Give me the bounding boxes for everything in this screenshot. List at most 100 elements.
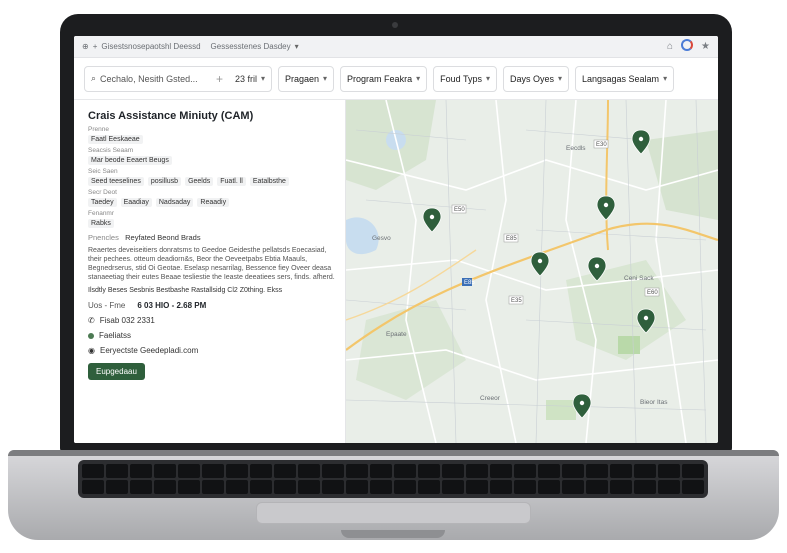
tab-title-secondary: Gessesstenes Dasdey: [210, 42, 291, 51]
phone-row[interactable]: ✆ Fisab 032 2331: [88, 316, 335, 325]
search-value: Cechalo, Nesith Gsted...: [100, 73, 198, 84]
map-view[interactable]: E50 E85 E35 E60 E85 E30 Gesvo Epaate Cre…: [346, 100, 718, 443]
keyboard-key: [466, 464, 488, 478]
keyboard-key: [202, 480, 224, 494]
keyboard-key: [394, 464, 416, 478]
location-search-input[interactable]: ⌕ Cechalo, Nesith Gsted... + 23 fril ▾: [84, 65, 272, 92]
location-pin-icon: [631, 129, 651, 155]
place-label: Ceni Sack: [624, 275, 654, 282]
place-label: Gesvo: [372, 235, 391, 242]
phone-value: Fisab 032 2331: [99, 316, 155, 325]
keyboard-key: [106, 480, 128, 494]
days-open-filter[interactable]: Days Oyes ▾: [502, 65, 569, 92]
website-row[interactable]: Faeliatss: [88, 331, 335, 340]
plus-icon[interactable]: +: [216, 72, 223, 86]
location-pin-icon: [596, 195, 616, 221]
browser-tab-secondary[interactable]: Gessesstenes Dasdey ▾: [211, 42, 299, 51]
day-chip: Taedey: [88, 198, 117, 207]
language-chip: Rabks: [88, 219, 114, 228]
keyboard-key: [322, 480, 344, 494]
keyboard-key: [82, 464, 104, 478]
map-canvas: E50 E85 E35 E60 E85 E30 Gesvo Epaate Cre…: [346, 100, 718, 443]
laptop-screen: ⊕ + Gisestsnosepaotshl Deessd Gessessten…: [74, 36, 718, 443]
keyboard-key: [274, 480, 296, 494]
camera-icon: [392, 22, 398, 28]
program-row: Pnencles Reyfated Beond Brads: [88, 233, 335, 242]
main-content: Crais Assistance Miniuty (CAM) Prenne Fa…: [74, 100, 718, 443]
service-chip: posillusb: [147, 177, 182, 186]
detail-chip: Faatl Eeskaeae: [88, 135, 143, 144]
phone-icon: ✆: [88, 316, 95, 325]
keyboard-key: [538, 480, 560, 494]
keyboard-key: [250, 480, 272, 494]
keyboard-key: [130, 464, 152, 478]
website-value: Faeliatss: [99, 331, 132, 340]
keyboard-key: [490, 480, 512, 494]
keyboard-key: [682, 480, 704, 494]
keyboard-key: [658, 464, 680, 478]
road-label: E50: [454, 207, 465, 213]
distance-value[interactable]: 23 fril: [235, 74, 257, 84]
road-label: E85: [506, 236, 517, 242]
day-chip: Eaadiay: [120, 198, 152, 207]
food-type-filter-label: Foud Typs: [440, 73, 482, 84]
email-row[interactable]: ◉ Eeryectste Geedepladi.com: [88, 346, 335, 355]
keyboard-key: [82, 480, 104, 494]
detail-panel: Crais Assistance Miniuty (CAM) Prenne Fa…: [74, 100, 346, 443]
chevron-down-icon: ▾: [323, 74, 328, 83]
chevron-down-icon: ▾: [485, 74, 490, 83]
road-label: E60: [647, 290, 658, 296]
food-type-filter[interactable]: Foud Typs ▾: [433, 65, 497, 92]
keyboard-key: [538, 464, 560, 478]
service-chip: Eatalbsthe: [249, 177, 289, 186]
park-area: [646, 130, 718, 220]
filter-bar: ⌕ Cechalo, Nesith Gsted... + 23 fril ▾ P…: [74, 58, 718, 100]
detail-chip: Mar beode Eeaert Beugs: [88, 156, 172, 165]
location-pin-icon: [530, 251, 550, 277]
park-area: [546, 400, 576, 420]
directions-button[interactable]: Eupgedaau: [88, 363, 145, 380]
chevron-down-icon: ▾: [260, 74, 265, 83]
road-label: E35: [511, 298, 522, 304]
keyboard: [78, 460, 708, 498]
chevron-down-icon: ▾: [557, 74, 562, 83]
keyboard-key: [322, 464, 344, 478]
laptop-hinge: [8, 450, 779, 456]
road-label: E30: [596, 142, 607, 148]
keyboard-key: [130, 480, 152, 494]
keyboard-key: [634, 464, 656, 478]
keyboard-key: [154, 464, 176, 478]
keyboard-key: [274, 464, 296, 478]
browser-tab[interactable]: ⊕ + Gisestsnosepaotshl Deessd: [82, 42, 201, 51]
languages-filter[interactable]: Langsagas Sealam ▾: [575, 65, 675, 92]
place-label: Eecdls: [566, 145, 586, 152]
place-label: Epaate: [386, 331, 407, 338]
road-label: E85: [464, 280, 475, 286]
plus-icon[interactable]: +: [93, 42, 98, 51]
keyboard-key: [370, 464, 392, 478]
service-chip: Geelds: [185, 177, 214, 186]
chevron-down-icon: ▾: [294, 42, 299, 51]
detail-line: Prenne: [88, 126, 109, 133]
keyboard-key: [658, 480, 680, 494]
keyboard-key: [682, 464, 704, 478]
chevron-down-icon: ▾: [416, 74, 421, 83]
program-filter[interactable]: Pragaen ▾: [278, 65, 335, 92]
browser-icon-wrap[interactable]: [681, 39, 694, 54]
keyboard-key: [490, 464, 512, 478]
language-label: Fenanmr: [88, 210, 115, 217]
tab-title: Gisestsnosepaotshl Deessd: [101, 42, 201, 51]
laptop-lid: ⊕ + Gisestsnosepaotshl Deessd Gessessten…: [60, 14, 732, 454]
star-icon[interactable]: ★: [701, 41, 710, 52]
keyboard-key: [226, 480, 248, 494]
program-feature-filter[interactable]: Program Feakra ▾: [340, 65, 428, 92]
keyboard-key: [154, 480, 176, 494]
notes-text: Ilsdtly Beses Sesbnis Bestbashe Rastalls…: [88, 287, 283, 294]
keyboard-key: [442, 464, 464, 478]
keyboard-key: [106, 464, 128, 478]
program-label: Pnencles: [88, 233, 119, 242]
keyboard-key: [466, 480, 488, 494]
lock-icon[interactable]: ⌂: [667, 41, 673, 52]
keyboard-key: [610, 480, 632, 494]
keyboard-key: [298, 480, 320, 494]
